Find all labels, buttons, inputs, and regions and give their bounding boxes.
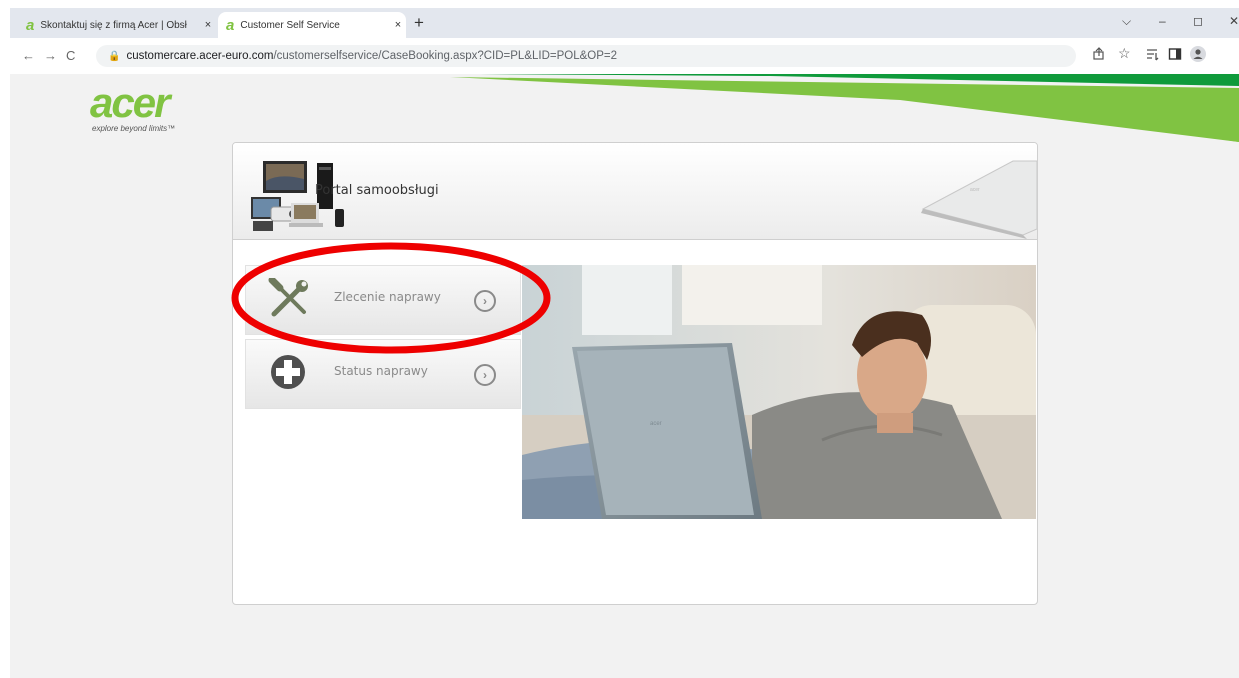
ultrabook-image: acer — [921, 160, 1037, 239]
portal-card: Portal samoobsługi acer Zlecenie naprawy… — [232, 142, 1038, 605]
man-with-laptop-image: acer — [522, 265, 1036, 519]
url-field[interactable]: 🔒 customercare.acer-euro.com/customersel… — [96, 45, 1076, 67]
tab-close-icon[interactable]: × — [390, 19, 406, 31]
hero-photo: acer — [522, 265, 1036, 519]
highlight-annotation — [231, 242, 551, 354]
menu-icon[interactable]: ⋮ — [1234, 45, 1239, 61]
address-bar-row: ← → C 🔒 customercare.acer-euro.com/custo… — [10, 38, 1239, 74]
tab-close-icon[interactable]: × — [200, 19, 216, 31]
tab-bar: a Skontaktuj się z firmą Acer | Obsł × a… — [10, 8, 1239, 38]
reload-icon[interactable]: C — [66, 48, 75, 63]
maximize-icon[interactable]: ◻ — [1193, 14, 1203, 28]
lock-icon[interactable]: 🔒 — [108, 51, 120, 62]
reading-list-icon[interactable] — [1146, 47, 1160, 61]
url-path: /customerselfservice/CaseBooking.aspx?CI… — [273, 50, 618, 62]
tab-title: Skontaktuj się z firmą Acer | Obsł — [40, 19, 187, 31]
portal-title: Portal samoobsługi — [315, 183, 439, 198]
logo-tagline: explore beyond limits™ — [92, 124, 176, 133]
profile-icon[interactable] — [1190, 46, 1206, 62]
portal-header: Portal samoobsługi acer — [233, 143, 1037, 240]
repair-status-label: Status naprawy — [334, 364, 428, 378]
chevron-right-circle-icon[interactable]: › — [474, 364, 496, 386]
svg-text:acer: acer — [970, 187, 980, 193]
side-panel-icon[interactable] — [1168, 47, 1182, 61]
share-icon[interactable] — [1092, 47, 1106, 61]
close-window-icon[interactable]: ✕ — [1229, 14, 1239, 28]
logo-wordmark: acer — [90, 79, 170, 126]
plus-circle-icon — [271, 355, 305, 389]
minimize-icon[interactable]: – — [1159, 14, 1166, 28]
back-icon[interactable]: ← — [22, 48, 35, 63]
acer-favicon-icon: a — [26, 16, 35, 34]
url-host: customercare.acer-euro.com — [126, 50, 274, 62]
acer-logo[interactable]: acer explore beyond limits™ — [90, 79, 176, 134]
new-tab-button[interactable]: + — [414, 13, 424, 33]
tab-search-icon[interactable]: ⌵ — [1122, 14, 1131, 29]
bookmark-star-icon[interactable]: ☆ — [1118, 45, 1131, 62]
browser-window: a Skontaktuj się z firmą Acer | Obsł × a… — [10, 8, 1239, 678]
svg-text:acer: acer — [650, 421, 662, 427]
tab-acer-contact[interactable]: a Skontaktuj się z firmą Acer | Obsł × — [18, 12, 216, 38]
acer-favicon-icon: a — [226, 16, 235, 34]
tab-title: Customer Self Service — [240, 19, 340, 31]
tab-customer-self-service[interactable]: a Customer Self Service × — [218, 12, 406, 38]
forward-icon[interactable]: → — [44, 48, 57, 63]
